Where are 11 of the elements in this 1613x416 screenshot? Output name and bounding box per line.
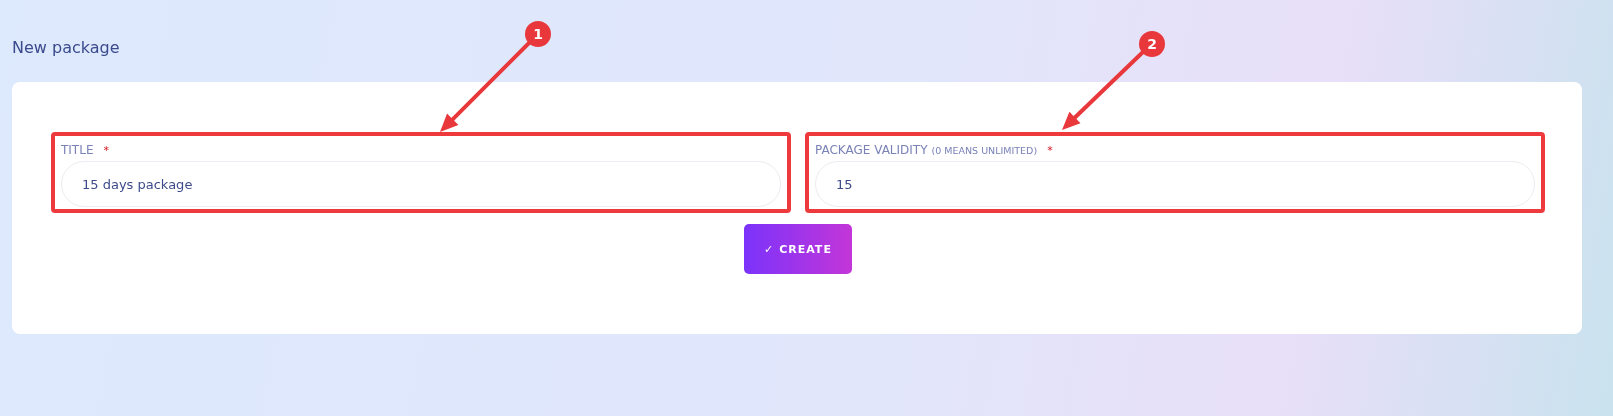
create-button[interactable]: ✓ CREATE bbox=[744, 224, 852, 274]
field-note: (0 MEANS UNLIMITED) bbox=[931, 145, 1038, 156]
required-mark: * bbox=[103, 144, 109, 157]
input-field[interactable]: 15 bbox=[815, 161, 1535, 207]
field-label: PACKAGE VALIDITY bbox=[815, 143, 928, 157]
step-badge: 2 bbox=[1139, 31, 1165, 57]
page-title: New package bbox=[12, 38, 120, 58]
step-badge: 1 bbox=[525, 21, 551, 47]
input-field[interactable]: 15 days package bbox=[61, 161, 781, 207]
field-label: TITLE bbox=[61, 143, 94, 157]
required-mark: * bbox=[1047, 144, 1053, 157]
